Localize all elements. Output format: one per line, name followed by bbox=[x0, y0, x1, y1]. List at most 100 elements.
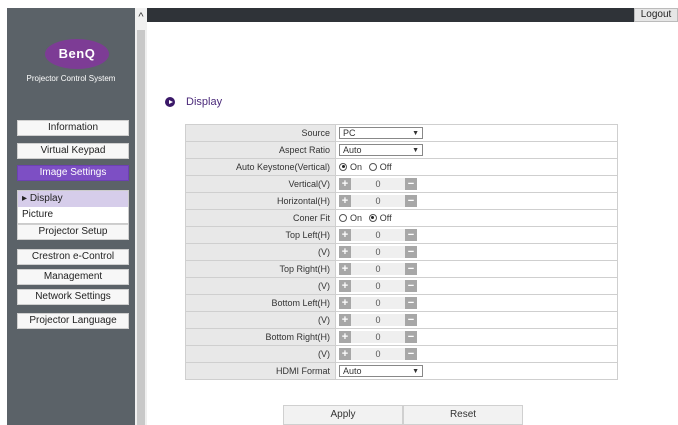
top-bar bbox=[147, 8, 634, 22]
plus-icon[interactable]: + bbox=[339, 195, 351, 207]
bottom-right-h-label: Bottom Right(H) bbox=[185, 328, 336, 346]
display-settings-table: Source PC ▼ Aspect Ratio Auto ▼ Auto Keyst… bbox=[185, 124, 618, 380]
top-left-v-label: (V) bbox=[185, 243, 336, 261]
top-right-v-stepper: +0− bbox=[339, 280, 417, 292]
nav-image-settings[interactable]: Image Settings bbox=[17, 165, 129, 181]
top-right-h-label: Top Right(H) bbox=[185, 260, 336, 278]
corner-fit-on-label: On bbox=[350, 212, 363, 223]
submenu-picture[interactable]: Picture bbox=[18, 207, 128, 223]
corner-fit-off-label: Off bbox=[379, 212, 392, 223]
hdmi-format-select[interactable]: Auto ▼ bbox=[339, 365, 423, 377]
benq-logo: BenQ bbox=[45, 39, 109, 69]
chevron-down-icon: ▼ bbox=[412, 147, 419, 154]
sidebar: BenQ Projector Control System Informatio… bbox=[7, 8, 135, 425]
corner-fit-off-radio[interactable] bbox=[368, 213, 377, 222]
vertical-stepper: +0− bbox=[339, 178, 417, 190]
top-right-h-stepper: +0− bbox=[339, 263, 417, 275]
bottom-left-h-label: Bottom Left(H) bbox=[185, 294, 336, 312]
horizontal-label: Horizontal(H) bbox=[185, 192, 336, 210]
minus-icon[interactable]: − bbox=[405, 229, 417, 241]
minus-icon[interactable]: − bbox=[405, 331, 417, 343]
minus-icon[interactable]: − bbox=[405, 178, 417, 190]
bottom-right-h-value[interactable]: 0 bbox=[351, 331, 405, 343]
logout-button[interactable]: Logout bbox=[634, 8, 678, 22]
nav-information[interactable]: Information bbox=[17, 120, 129, 136]
vertical-label: Vertical(V) bbox=[185, 175, 336, 193]
plus-icon[interactable]: + bbox=[339, 297, 351, 309]
nav-projector-language[interactable]: Projector Language bbox=[17, 313, 129, 329]
minus-icon[interactable]: − bbox=[405, 297, 417, 309]
row-bottom-right-h: Bottom Right(H) +0− bbox=[185, 328, 618, 346]
row-hdmi-format: HDMI Format Auto ▼ bbox=[185, 362, 618, 380]
top-left-h-value[interactable]: 0 bbox=[351, 229, 405, 241]
bottom-left-h-value[interactable]: 0 bbox=[351, 297, 405, 309]
plus-icon[interactable]: + bbox=[339, 348, 351, 360]
nav-projector-setup[interactable]: Projector Setup bbox=[17, 224, 129, 240]
source-select[interactable]: PC ▼ bbox=[339, 127, 423, 139]
section-bullet-icon bbox=[165, 97, 175, 107]
row-bottom-right-v: (V) +0− bbox=[185, 345, 618, 363]
row-vertical: Vertical(V) +0− bbox=[185, 175, 618, 193]
chevron-down-icon: ▼ bbox=[412, 368, 419, 375]
source-select-value: PC bbox=[343, 128, 356, 138]
top-left-v-stepper: +0− bbox=[339, 246, 417, 258]
top-left-v-value[interactable]: 0 bbox=[351, 246, 405, 258]
bottom-left-h-stepper: +0− bbox=[339, 297, 417, 309]
minus-icon[interactable]: − bbox=[405, 348, 417, 360]
horizontal-stepper: +0− bbox=[339, 195, 417, 207]
top-right-h-value[interactable]: 0 bbox=[351, 263, 405, 275]
aspect-ratio-select[interactable]: Auto ▼ bbox=[339, 144, 423, 156]
row-bottom-left-h: Bottom Left(H) +0− bbox=[185, 294, 618, 312]
plus-icon[interactable]: + bbox=[339, 314, 351, 326]
minus-icon[interactable]: − bbox=[405, 314, 417, 326]
minus-icon[interactable]: − bbox=[405, 263, 417, 275]
plus-icon[interactable]: + bbox=[339, 229, 351, 241]
corner-fit-label: Coner Fit bbox=[185, 209, 336, 227]
system-title: Projector Control System bbox=[26, 74, 116, 83]
top-right-v-value[interactable]: 0 bbox=[351, 280, 405, 292]
plus-icon[interactable]: + bbox=[339, 178, 351, 190]
auto-keystone-off-radio[interactable] bbox=[368, 162, 377, 171]
image-settings-submenu: ▸ Display Picture bbox=[17, 190, 129, 224]
plus-icon[interactable]: + bbox=[339, 280, 351, 292]
top-right-v-label: (V) bbox=[185, 277, 336, 295]
row-top-right-v: (V) +0− bbox=[185, 277, 618, 295]
vertical-scrollbar[interactable]: ^ bbox=[135, 8, 147, 425]
row-top-left-h: Top Left(H) +0− bbox=[185, 226, 618, 244]
apply-button[interactable]: Apply bbox=[283, 405, 403, 425]
bottom-left-v-stepper: +0− bbox=[339, 314, 417, 326]
plus-icon[interactable]: + bbox=[339, 246, 351, 258]
row-bottom-left-v: (V) +0− bbox=[185, 311, 618, 329]
horizontal-value[interactable]: 0 bbox=[351, 195, 405, 207]
page-title: Display bbox=[186, 96, 223, 108]
bottom-right-v-label: (V) bbox=[185, 345, 336, 363]
bottom-left-v-value[interactable]: 0 bbox=[351, 314, 405, 326]
scroll-up-icon[interactable]: ^ bbox=[135, 10, 147, 24]
minus-icon[interactable]: − bbox=[405, 280, 417, 292]
row-auto-keystone: Auto Keystone(Vertical) On Off bbox=[185, 158, 618, 176]
vertical-value[interactable]: 0 bbox=[351, 178, 405, 190]
submenu-display[interactable]: ▸ Display bbox=[18, 191, 128, 207]
auto-keystone-on-label: On bbox=[350, 161, 363, 172]
top-left-h-stepper: +0− bbox=[339, 229, 417, 241]
nav-virtual-keypad[interactable]: Virtual Keypad bbox=[17, 143, 129, 159]
minus-icon[interactable]: − bbox=[405, 195, 417, 207]
hdmi-format-label: HDMI Format bbox=[185, 362, 336, 380]
nav-crestron-econtrol[interactable]: Crestron e-Control bbox=[17, 249, 129, 265]
nav-management[interactable]: Management bbox=[17, 269, 129, 285]
scroll-thumb[interactable] bbox=[137, 30, 145, 425]
row-aspect-ratio: Aspect Ratio Auto ▼ bbox=[185, 141, 618, 159]
bottom-right-v-value[interactable]: 0 bbox=[351, 348, 405, 360]
auto-keystone-off-label: Off bbox=[379, 161, 392, 172]
row-top-right-h: Top Right(H) +0− bbox=[185, 260, 618, 278]
top-left-h-label: Top Left(H) bbox=[185, 226, 336, 244]
plus-icon[interactable]: + bbox=[339, 331, 351, 343]
minus-icon[interactable]: − bbox=[405, 246, 417, 258]
nav-network-settings[interactable]: Network Settings bbox=[17, 289, 129, 305]
aspect-ratio-select-value: Auto bbox=[343, 145, 362, 155]
bottom-left-v-label: (V) bbox=[185, 311, 336, 329]
plus-icon[interactable]: + bbox=[339, 263, 351, 275]
auto-keystone-on-radio[interactable] bbox=[339, 162, 347, 171]
corner-fit-on-radio[interactable] bbox=[339, 213, 347, 222]
reset-button[interactable]: Reset bbox=[403, 405, 523, 425]
